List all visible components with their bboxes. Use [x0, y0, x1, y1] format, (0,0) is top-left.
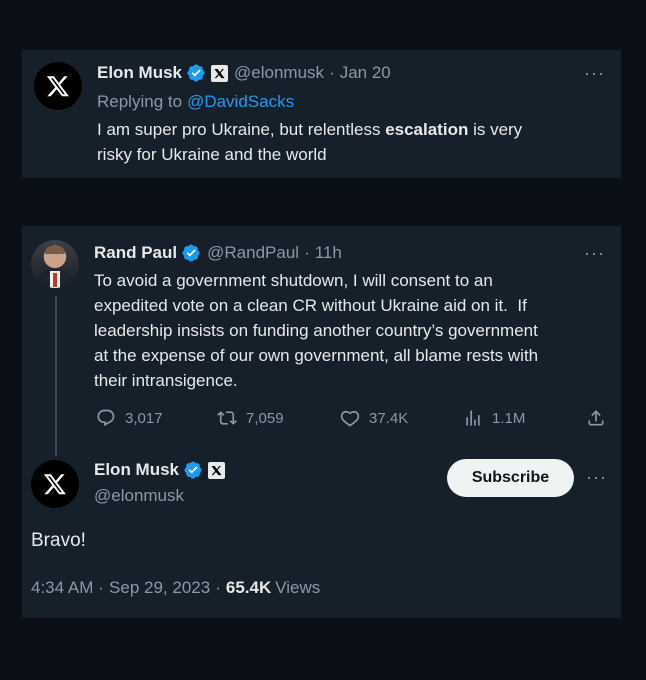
replying-to-link[interactable]: @DavidSacks	[187, 92, 294, 112]
text-line: leadership insists on funding another co…	[94, 321, 538, 340]
tweet-time[interactable]: 11h	[315, 243, 342, 263]
repost-count: 7,059	[246, 409, 284, 427]
like-button[interactable]: 37.4K	[340, 408, 408, 428]
tweet-date[interactable]: Sep 29, 2023	[109, 578, 210, 598]
text-part: I am super pro Ukraine, but relentless	[97, 120, 386, 139]
reply-icon	[97, 409, 115, 427]
x-affiliation-icon	[211, 64, 229, 82]
more-icon[interactable]: ···	[584, 243, 605, 264]
like-count: 37.4K	[369, 409, 409, 427]
share-icon	[588, 410, 604, 426]
views-label[interactable]: Views	[275, 578, 320, 598]
views-count: 65.4K	[225, 578, 272, 597]
x-logo-icon	[46, 76, 69, 97]
elon-avatar[interactable]	[34, 62, 82, 110]
tweet2-header: Rand Paul @RandPaul · 11h	[94, 243, 342, 263]
x-affiliation-icon	[208, 461, 226, 479]
text-part: is very	[468, 120, 523, 139]
reply-count: 3,017	[125, 409, 163, 427]
author-handle[interactable]: @elonmusk	[234, 63, 324, 83]
verified-badge-icon	[182, 244, 200, 262]
replying-prefix: Replying to	[97, 92, 183, 111]
tweet3-header: Elon Musk	[94, 460, 226, 480]
replying-to: Replying to @DavidSacks	[97, 92, 294, 112]
share-button[interactable]	[586, 408, 615, 428]
tweet-date[interactable]: Jan 20	[340, 63, 391, 83]
elon-avatar[interactable]	[31, 460, 79, 508]
author-name[interactable]: Elon Musk	[94, 460, 179, 480]
tweet-time[interactable]: 4:34 AM	[31, 578, 93, 598]
tweet1-header: Elon Musk @elonmusk · Jan 20	[97, 63, 391, 83]
repost-icon	[217, 411, 237, 425]
views-count: 1.1M	[492, 409, 526, 427]
text-line: their intransigence.	[94, 371, 238, 390]
separator: ·	[98, 578, 105, 597]
like-icon	[340, 410, 360, 427]
repost-button[interactable]: 7,059	[217, 408, 284, 428]
text-line: risky for Ukraine and the world	[97, 145, 327, 164]
text-line: at the expense of our own government, al…	[94, 346, 539, 365]
text-bold: escalation	[385, 120, 469, 139]
author-handle[interactable]: @RandPaul	[207, 243, 299, 263]
thread-connector	[55, 296, 57, 456]
author-handle[interactable]: @elonmusk	[94, 486, 184, 506]
tweet3-handle-row: @elonmusk	[94, 486, 184, 506]
tweet3-text: Bravo!	[31, 530, 86, 551]
separator: ·	[215, 578, 221, 597]
text-line: expedited vote on a clean CR without Ukr…	[94, 296, 527, 315]
rand-paul-avatar[interactable]	[31, 240, 79, 288]
views-icon	[466, 410, 480, 426]
separator: ·	[304, 243, 310, 262]
verified-badge-icon	[184, 461, 202, 479]
text-line: To avoid a government shutdown, I will c…	[94, 271, 493, 290]
more-icon[interactable]: ···	[586, 467, 607, 488]
subscribe-button[interactable]: Subscribe	[447, 459, 574, 497]
tweet1-text: I am super pro Ukraine, but relentless e…	[97, 117, 597, 167]
more-icon[interactable]: ···	[584, 63, 605, 84]
tweet3-meta: 4:34 AM · Sep 29, 2023 · 65.4K Views	[31, 578, 320, 598]
reply-button[interactable]: 3,017	[96, 408, 163, 428]
author-name[interactable]: Rand Paul	[94, 243, 177, 263]
author-name[interactable]: Elon Musk	[97, 63, 182, 83]
x-logo-icon	[43, 474, 66, 495]
separator: ·	[329, 63, 335, 82]
views-button[interactable]: 1.1M	[463, 408, 525, 428]
verified-badge-icon	[187, 64, 205, 82]
tweet2-text: To avoid a government shutdown, I will c…	[94, 268, 609, 393]
